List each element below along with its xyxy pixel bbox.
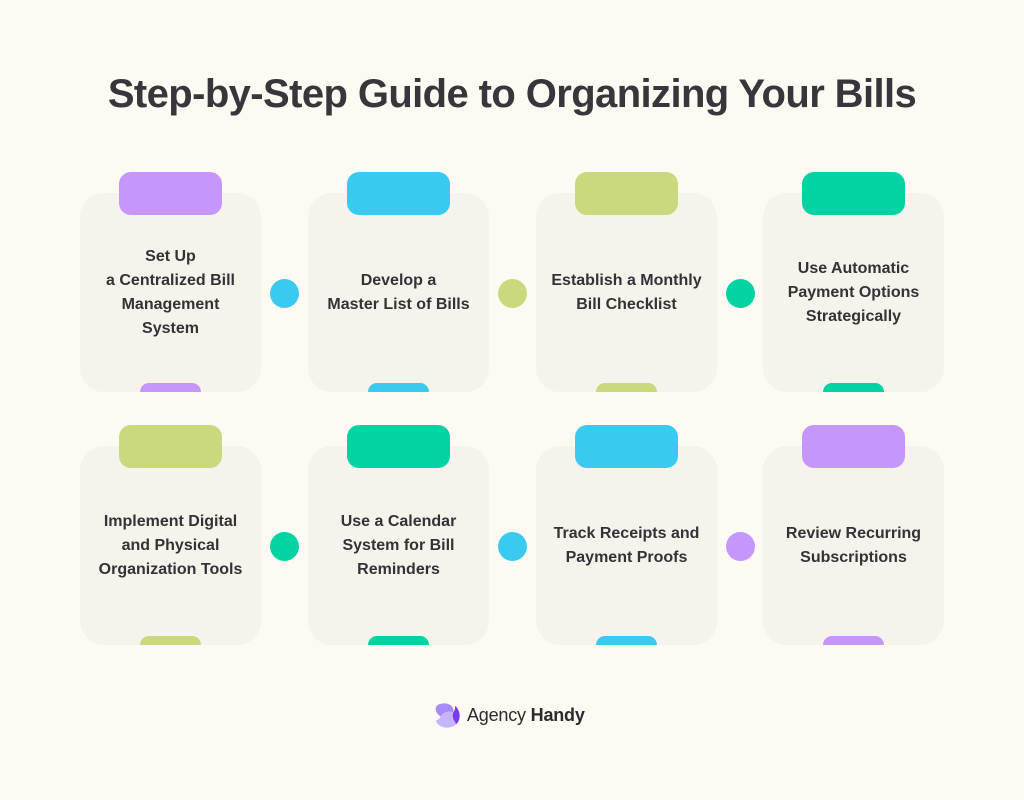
step-label: Set Up a Centralized Bill Management Sys… (106, 247, 235, 337)
brand-name-bold: Handy (530, 704, 585, 725)
connector-dot (725, 531, 755, 561)
step-card: Track Receipts and Payment Proofs (536, 425, 717, 645)
step-card: Use Automatic Payment Options Strategica… (763, 172, 944, 392)
step-card: Use a Calendar System for Bill Reminders (308, 425, 489, 645)
connector-dot (270, 531, 299, 561)
step-label: Establish a Monthly Bill Checklist (551, 271, 702, 313)
step-label: Implement Digital and Physical Organizat… (98, 512, 243, 578)
step-label: Review Recurring Subscriptions (785, 524, 922, 566)
step-card: Set Up a Centralized Bill Management Sys… (80, 172, 261, 392)
connector-dot (498, 531, 527, 561)
connector-dot (725, 278, 755, 308)
page-title: Step-by-Step Guide to Organizing Your Bi… (107, 72, 917, 116)
brand-name: Agency Handy (467, 705, 585, 726)
step-card: Implement Digital and Physical Organizat… (80, 425, 261, 645)
agency-handy-logo-icon (435, 702, 460, 728)
brand-name-light: Agency (467, 704, 526, 725)
step-label: Develop a Master List of Bills (327, 271, 470, 313)
connector-dot (498, 278, 527, 308)
step-card: Establish a Monthly Bill Checklist (536, 172, 717, 392)
step-card: Review Recurring Subscriptions (763, 425, 944, 645)
step-card: Develop a Master List of Bills (308, 172, 489, 392)
step-label: Use Automatic Payment Options Strategica… (787, 259, 920, 325)
connector-dot (270, 278, 299, 308)
brand-footer: Agency Handy (432, 700, 585, 730)
step-label: Use a Calendar System for Bill Reminders (340, 512, 457, 578)
step-label: Track Receipts and Payment Proofs (553, 524, 700, 566)
